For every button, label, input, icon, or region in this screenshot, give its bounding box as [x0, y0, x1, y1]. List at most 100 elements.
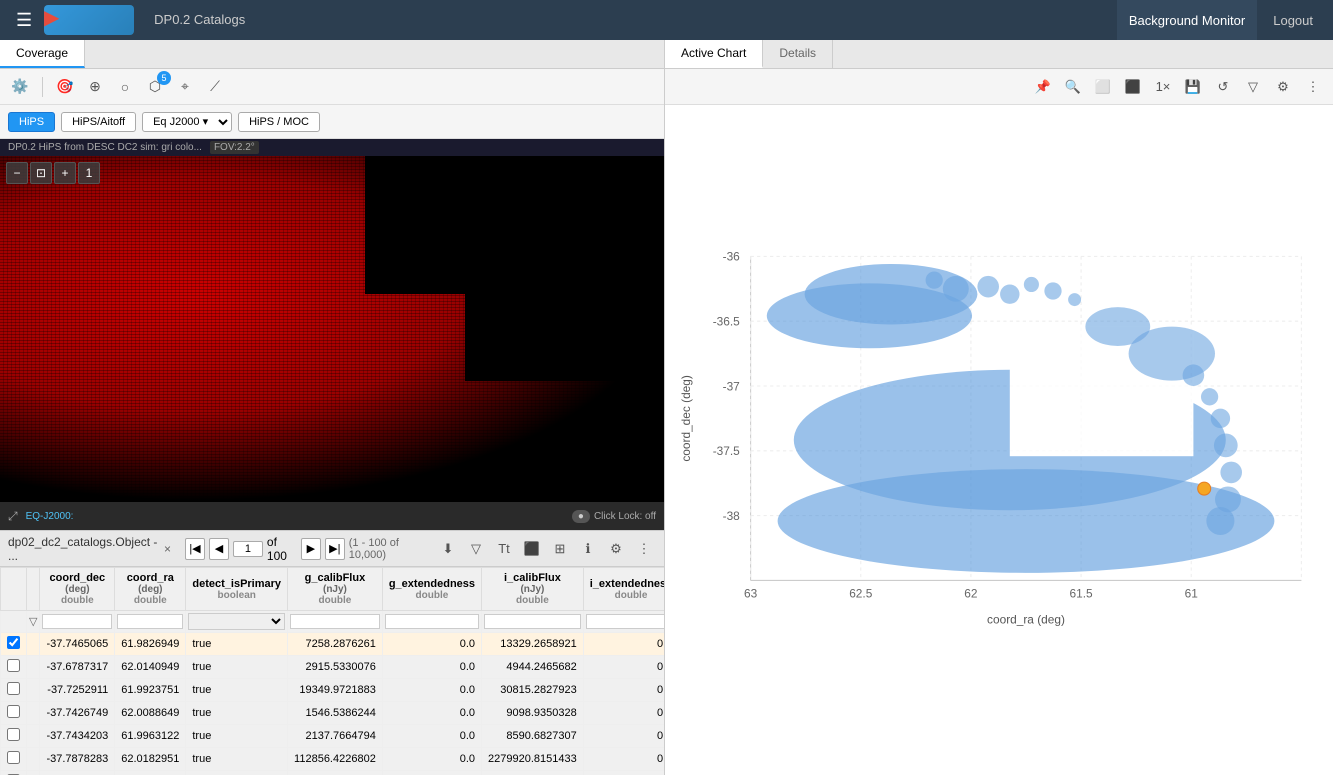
cell-g_extendedness: 0.0: [382, 771, 481, 775]
col-header-g_extendedness[interactable]: g_extendednessdouble: [382, 568, 481, 611]
filter-cell-g_extendedness[interactable]: [382, 611, 481, 633]
restore-icon[interactable]: 1×: [1151, 75, 1175, 99]
zoom-in-button[interactable]: +: [54, 162, 76, 184]
hamburger-menu[interactable]: ☰: [8, 6, 40, 35]
col-header-coord_dec[interactable]: coord_dec(deg)double: [40, 568, 115, 611]
pin-icon[interactable]: 📌: [1031, 75, 1055, 99]
filter-tool-icon[interactable]: ▽: [464, 537, 488, 561]
filter-cell-coord_ra[interactable]: [115, 611, 186, 633]
more-tool-icon[interactable]: ⋮: [632, 537, 656, 561]
image-description: DP0.2 HiPS from DESC DC2 sim: gri colo..…: [8, 142, 202, 153]
table-tools: ⬇ ▽ Tt ⬛ ⊞ ℹ ⚙ ⋮: [436, 537, 656, 561]
filter-chart-icon[interactable]: ▽: [1241, 75, 1265, 99]
filter-input-i_calibFlux[interactable]: [484, 614, 581, 629]
filter-cell-g_calibFlux[interactable]: [288, 611, 383, 633]
filter-input-coord_ra[interactable]: [117, 614, 183, 629]
row-checkbox[interactable]: [1, 656, 27, 679]
zoom-fit-button[interactable]: ⊡: [30, 162, 52, 184]
row-checkbox[interactable]: [1, 702, 27, 725]
reset-icon[interactable]: ↺: [1211, 75, 1235, 99]
lasso-icon[interactable]: ○: [113, 75, 137, 99]
info-tool-icon[interactable]: ℹ: [576, 537, 600, 561]
logout-button[interactable]: Logout: [1261, 0, 1325, 40]
expand-icon[interactable]: ⊕: [83, 75, 107, 99]
table-row[interactable]: -37.815597562.016659true5181.17476040.07…: [1, 771, 665, 775]
filter-input-g_calibFlux[interactable]: [290, 614, 380, 629]
row-checkbox[interactable]: [1, 725, 27, 748]
tools-icon[interactable]: ⚙️: [8, 75, 32, 99]
filter-input-i_extendedness[interactable]: [586, 614, 664, 629]
table-row[interactable]: -37.743420361.9963122true2137.76647940.0…: [1, 725, 665, 748]
table-body: -37.746506561.9826949true7258.28762610.0…: [1, 633, 665, 775]
checkbox-5[interactable]: [7, 751, 20, 764]
row-checkbox[interactable]: [1, 771, 27, 775]
last-page-button[interactable]: ▶|: [325, 538, 345, 560]
hips-button[interactable]: HiPS: [8, 112, 55, 132]
table-row[interactable]: -37.787828362.0182951true112856.42268020…: [1, 748, 665, 771]
row-checkbox[interactable]: [1, 748, 27, 771]
save-tool-icon[interactable]: ⬇: [436, 537, 460, 561]
checkbox-4[interactable]: [7, 728, 20, 741]
cell-g_calibFlux: 7258.2876261: [288, 633, 383, 656]
filter-cell-detect_isPrimary[interactable]: truefalse: [186, 611, 288, 633]
zoom-chart-icon[interactable]: 🔍: [1061, 75, 1085, 99]
filter-cell-coord_dec[interactable]: [40, 611, 115, 633]
table-row[interactable]: -37.742674962.0088649true1546.53862440.0…: [1, 702, 665, 725]
crop-icon[interactable]: ⬛: [1121, 75, 1145, 99]
page-number-input[interactable]: [233, 541, 263, 557]
first-page-button[interactable]: |◀: [185, 538, 205, 560]
checkbox-3[interactable]: [7, 705, 20, 718]
settings-tool-icon[interactable]: ⚙: [604, 537, 628, 561]
selection-icon[interactable]: ⬜: [1091, 75, 1115, 99]
cell-i_extendedness: 0.0: [583, 725, 664, 748]
checkbox-2[interactable]: [7, 682, 20, 695]
filter-cell-i_calibFlux[interactable]: [482, 611, 584, 633]
settings-chart-icon[interactable]: ⚙: [1271, 75, 1295, 99]
cell-detect_isPrimary: true: [186, 633, 288, 656]
filter-input-coord_dec[interactable]: [42, 614, 112, 629]
wcs-icon[interactable]: ⌖: [173, 75, 197, 99]
data-table-wrapper[interactable]: coord_dec(deg)doublecoord_ra(deg)doubled…: [0, 567, 664, 775]
target-icon[interactable]: 🎯: [53, 75, 77, 99]
filter-cell-i_extendedness[interactable]: [583, 611, 664, 633]
more-chart-icon[interactable]: ⋮: [1301, 75, 1325, 99]
filter-select-detect_isPrimary[interactable]: truefalse: [188, 613, 285, 630]
projection-select[interactable]: Eq J2000 ▾: [142, 112, 232, 132]
background-monitor-button[interactable]: Background Monitor: [1117, 0, 1257, 40]
col-header-coord_ra[interactable]: coord_ra(deg)double: [115, 568, 186, 611]
image-area[interactable]: − ⊡ + 1: [0, 156, 664, 502]
table-row[interactable]: -37.746506561.9826949true7258.28762610.0…: [1, 633, 665, 656]
hips-moc-button[interactable]: HiPS / MOC: [238, 112, 320, 132]
filter-input-g_extendedness[interactable]: [385, 614, 479, 629]
layout-tool-icon[interactable]: ⊞: [548, 537, 572, 561]
checkbox-0[interactable]: [7, 636, 20, 649]
fullscreen-icon[interactable]: ⤢: [8, 509, 18, 524]
row-checkbox[interactable]: [1, 679, 27, 702]
table-row[interactable]: -37.725291161.9923751true19349.97218830.…: [1, 679, 665, 702]
active-chart-tab[interactable]: Active Chart: [665, 40, 763, 68]
table-row[interactable]: -37.678731762.0140949true2915.53300760.0…: [1, 656, 665, 679]
zoom-1x-button[interactable]: 1: [78, 162, 100, 184]
zoom-out-button[interactable]: −: [6, 162, 28, 184]
table-close-button[interactable]: ×: [164, 542, 171, 556]
save-chart-icon[interactable]: 💾: [1181, 75, 1205, 99]
col-header-g_calibFlux[interactable]: g_calibFlux(nJy)double: [288, 568, 383, 611]
text-tool-icon[interactable]: Tt: [492, 537, 516, 561]
coverage-tab[interactable]: Coverage: [0, 40, 85, 68]
ruler-icon[interactable]: ⟋: [203, 75, 227, 99]
details-tab[interactable]: Details: [763, 40, 833, 68]
nav-tab-dp0.2-catalogs[interactable]: DP0.2 Catalogs: [138, 0, 261, 40]
col-header-detect_isPrimary[interactable]: detect_isPrimaryboolean: [186, 568, 288, 611]
export-tool-icon[interactable]: ⬛: [520, 537, 544, 561]
row-checkbox[interactable]: [1, 633, 27, 656]
col-header-i_extendedness[interactable]: i_extendednessdouble: [583, 568, 664, 611]
prev-page-button[interactable]: ◀: [209, 538, 229, 560]
next-page-button[interactable]: ▶: [301, 538, 321, 560]
cell-coord_dec: -37.7465065: [40, 633, 115, 656]
checkbox-1[interactable]: [7, 659, 20, 672]
click-lock-toggle[interactable]: ●: [572, 510, 590, 523]
app-logo[interactable]: ◀: [44, 5, 134, 35]
col-header-i_calibFlux[interactable]: i_calibFlux(nJy)double: [482, 568, 584, 611]
hips-aitoff-button[interactable]: HiPS/Aitoff: [61, 112, 136, 132]
logo-arrow: ◀: [44, 5, 59, 30]
